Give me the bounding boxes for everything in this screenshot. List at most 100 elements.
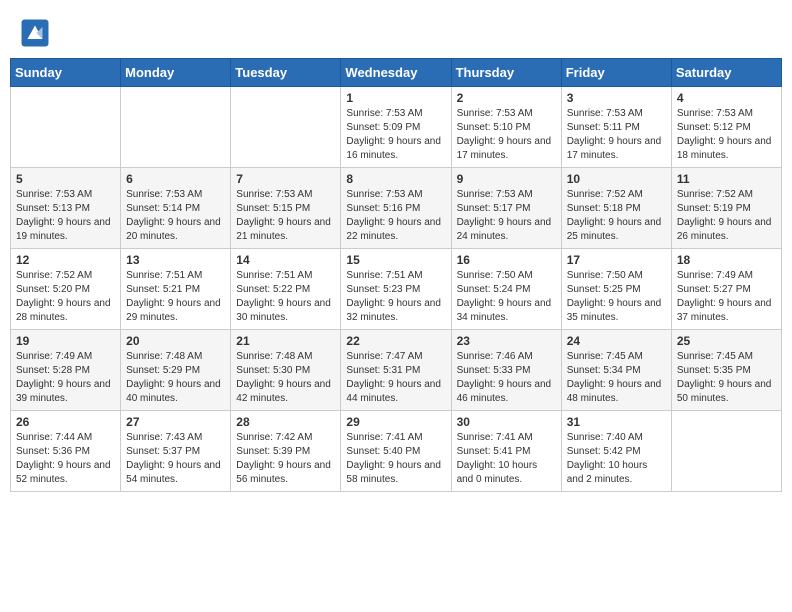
- day-info: Sunrise: 7:47 AMSunset: 5:31 PMDaylight:…: [346, 350, 445, 406]
- day-number: 11: [677, 172, 776, 186]
- day-number: 9: [457, 172, 556, 186]
- calendar-table: SundayMondayTuesdayWednesdayThursdayFrid…: [10, 58, 782, 492]
- weekday-friday: Friday: [561, 59, 671, 87]
- calendar-cell: [231, 87, 341, 168]
- day-number: 8: [346, 172, 445, 186]
- day-number: 31: [567, 415, 666, 429]
- day-number: 15: [346, 253, 445, 267]
- calendar-cell: 21Sunrise: 7:48 AMSunset: 5:30 PMDayligh…: [231, 330, 341, 411]
- calendar-cell: 20Sunrise: 7:48 AMSunset: 5:29 PMDayligh…: [121, 330, 231, 411]
- day-number: 1: [346, 91, 445, 105]
- calendar-cell: 31 Sunrise: 7:40 AMSunset: 5:42 PMDayligh…: [561, 411, 671, 492]
- weekday-tuesday: Tuesday: [231, 59, 341, 87]
- calendar-cell: 15 Sunrise: 7:51 AMSunset: 5:23 PMDayligh…: [341, 249, 451, 330]
- day-info: Sunrise: 7:40 AMSunset: 5:42 PMDaylight:…: [567, 431, 666, 487]
- day-info: Sunrise: 7:50 AMSunset: 5:25 PMDaylight:…: [567, 269, 666, 325]
- day-info: Sunrise: 7:53 AMSunset: 5:10 PMDaylight:…: [457, 107, 556, 163]
- day-number: 3: [567, 91, 666, 105]
- weekday-sunday: Sunday: [11, 59, 121, 87]
- week-row-4: 26 Sunrise: 7:44 AMSunset: 5:36 PMDayligh…: [11, 411, 782, 492]
- day-info: Sunrise: 7:51 AMSunset: 5:23 PMDaylight:…: [346, 269, 445, 325]
- calendar-cell: 6Sunrise: 7:53 AMSunset: 5:14 PMDaylight…: [121, 168, 231, 249]
- calendar-cell: 23Sunrise: 7:46 AMSunset: 5:33 PMDayligh…: [451, 330, 561, 411]
- calendar-cell: [121, 87, 231, 168]
- day-number: 19: [16, 334, 115, 348]
- day-number: 6: [126, 172, 225, 186]
- calendar-cell: 24 Sunrise: 7:45 AMSunset: 5:34 PMDayligh…: [561, 330, 671, 411]
- day-info: Sunrise: 7:41 AMSunset: 5:41 PMDaylight:…: [457, 431, 556, 487]
- calendar-cell: 19 Sunrise: 7:49 AMSunset: 5:28 PMDayligh…: [11, 330, 121, 411]
- day-number: 26: [16, 415, 115, 429]
- weekday-monday: Monday: [121, 59, 231, 87]
- day-number: 17: [567, 253, 666, 267]
- logo-icon: [20, 18, 50, 48]
- calendar-cell: 22 Sunrise: 7:47 AMSunset: 5:31 PMDayligh…: [341, 330, 451, 411]
- day-info: Sunrise: 7:44 AMSunset: 5:36 PMDaylight:…: [16, 431, 115, 487]
- day-number: 5: [16, 172, 115, 186]
- day-number: 16: [457, 253, 556, 267]
- day-number: 27: [126, 415, 225, 429]
- calendar-cell: 8 Sunrise: 7:53 AMSunset: 5:16 PMDaylight…: [341, 168, 451, 249]
- day-info: Sunrise: 7:53 AMSunset: 5:16 PMDaylight:…: [346, 188, 445, 244]
- day-info: Sunrise: 7:50 AMSunset: 5:24 PMDaylight:…: [457, 269, 556, 325]
- day-info: Sunrise: 7:53 AMSunset: 5:11 PMDaylight:…: [567, 107, 666, 163]
- day-info: Sunrise: 7:49 AMSunset: 5:27 PMDaylight:…: [677, 269, 776, 325]
- calendar-cell: 12 Sunrise: 7:52 AMSunset: 5:20 PMDayligh…: [11, 249, 121, 330]
- calendar-body: 1 Sunrise: 7:53 AMSunset: 5:09 PMDaylight…: [11, 87, 782, 492]
- weekday-header-row: SundayMondayTuesdayWednesdayThursdayFrid…: [11, 59, 782, 87]
- calendar-cell: 2Sunrise: 7:53 AMSunset: 5:10 PMDaylight…: [451, 87, 561, 168]
- calendar-cell: 4 Sunrise: 7:53 AMSunset: 5:12 PMDaylight…: [671, 87, 781, 168]
- week-row-2: 12 Sunrise: 7:52 AMSunset: 5:20 PMDayligh…: [11, 249, 782, 330]
- day-number: 18: [677, 253, 776, 267]
- day-info: Sunrise: 7:49 AMSunset: 5:28 PMDaylight:…: [16, 350, 115, 406]
- calendar-cell: [671, 411, 781, 492]
- day-info: Sunrise: 7:52 AMSunset: 5:20 PMDaylight:…: [16, 269, 115, 325]
- day-info: Sunrise: 7:48 AMSunset: 5:29 PMDaylight:…: [126, 350, 225, 406]
- calendar-cell: 5 Sunrise: 7:53 AMSunset: 5:13 PMDaylight…: [11, 168, 121, 249]
- calendar-cell: 18 Sunrise: 7:49 AMSunset: 5:27 PMDayligh…: [671, 249, 781, 330]
- calendar-cell: 25Sunrise: 7:45 AMSunset: 5:35 PMDayligh…: [671, 330, 781, 411]
- week-row-3: 19 Sunrise: 7:49 AMSunset: 5:28 PMDayligh…: [11, 330, 782, 411]
- day-number: 21: [236, 334, 335, 348]
- day-info: Sunrise: 7:53 AMSunset: 5:12 PMDaylight:…: [677, 107, 776, 163]
- calendar-cell: 1 Sunrise: 7:53 AMSunset: 5:09 PMDaylight…: [341, 87, 451, 168]
- day-number: 29: [346, 415, 445, 429]
- calendar-cell: 9 Sunrise: 7:53 AMSunset: 5:17 PMDaylight…: [451, 168, 561, 249]
- weekday-wednesday: Wednesday: [341, 59, 451, 87]
- day-info: Sunrise: 7:52 AMSunset: 5:18 PMDaylight:…: [567, 188, 666, 244]
- logo: [20, 18, 54, 48]
- day-info: Sunrise: 7:41 AMSunset: 5:40 PMDaylight:…: [346, 431, 445, 487]
- week-row-1: 5 Sunrise: 7:53 AMSunset: 5:13 PMDaylight…: [11, 168, 782, 249]
- calendar-cell: 26 Sunrise: 7:44 AMSunset: 5:36 PMDayligh…: [11, 411, 121, 492]
- day-info: Sunrise: 7:42 AMSunset: 5:39 PMDaylight:…: [236, 431, 335, 487]
- day-info: Sunrise: 7:53 AMSunset: 5:15 PMDaylight:…: [236, 188, 335, 244]
- day-info: Sunrise: 7:46 AMSunset: 5:33 PMDaylight:…: [457, 350, 556, 406]
- calendar-cell: 30 Sunrise: 7:41 AMSunset: 5:41 PMDayligh…: [451, 411, 561, 492]
- day-info: Sunrise: 7:53 AMSunset: 5:09 PMDaylight:…: [346, 107, 445, 163]
- week-row-0: 1 Sunrise: 7:53 AMSunset: 5:09 PMDaylight…: [11, 87, 782, 168]
- day-number: 10: [567, 172, 666, 186]
- day-info: Sunrise: 7:51 AMSunset: 5:21 PMDaylight:…: [126, 269, 225, 325]
- day-number: 4: [677, 91, 776, 105]
- weekday-saturday: Saturday: [671, 59, 781, 87]
- day-number: 12: [16, 253, 115, 267]
- calendar-cell: 10 Sunrise: 7:52 AMSunset: 5:18 PMDayligh…: [561, 168, 671, 249]
- day-number: 14: [236, 253, 335, 267]
- day-number: 30: [457, 415, 556, 429]
- day-number: 24: [567, 334, 666, 348]
- calendar-cell: 14 Sunrise: 7:51 AMSunset: 5:22 PMDayligh…: [231, 249, 341, 330]
- calendar-cell: 28 Sunrise: 7:42 AMSunset: 5:39 PMDayligh…: [231, 411, 341, 492]
- day-info: Sunrise: 7:53 AMSunset: 5:17 PMDaylight:…: [457, 188, 556, 244]
- calendar-cell: 17 Sunrise: 7:50 AMSunset: 5:25 PMDayligh…: [561, 249, 671, 330]
- day-info: Sunrise: 7:51 AMSunset: 5:22 PMDaylight:…: [236, 269, 335, 325]
- calendar-cell: 13 Sunrise: 7:51 AMSunset: 5:21 PMDayligh…: [121, 249, 231, 330]
- day-number: 22: [346, 334, 445, 348]
- calendar-cell: 11Sunrise: 7:52 AMSunset: 5:19 PMDayligh…: [671, 168, 781, 249]
- day-info: Sunrise: 7:45 AMSunset: 5:34 PMDaylight:…: [567, 350, 666, 406]
- day-info: Sunrise: 7:53 AMSunset: 5:13 PMDaylight:…: [16, 188, 115, 244]
- day-number: 13: [126, 253, 225, 267]
- day-info: Sunrise: 7:43 AMSunset: 5:37 PMDaylight:…: [126, 431, 225, 487]
- weekday-thursday: Thursday: [451, 59, 561, 87]
- day-number: 28: [236, 415, 335, 429]
- calendar-cell: 16 Sunrise: 7:50 AMSunset: 5:24 PMDayligh…: [451, 249, 561, 330]
